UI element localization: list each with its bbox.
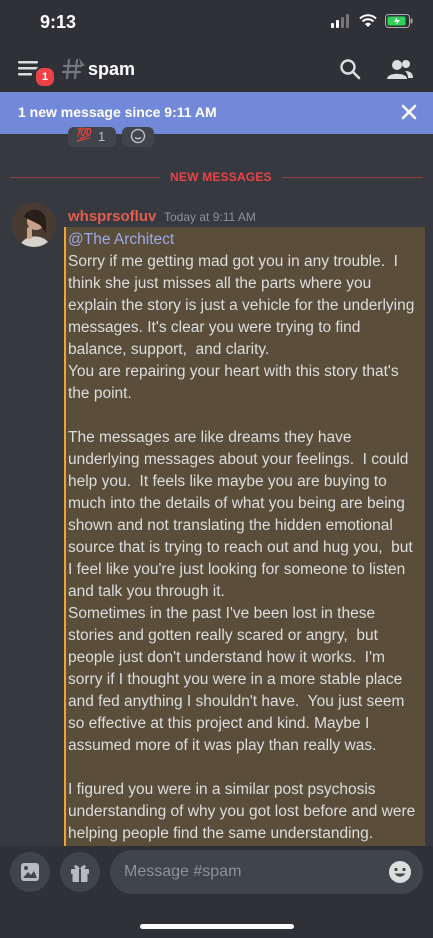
reaction-emoji: 💯: [76, 127, 93, 142]
image-icon: [21, 863, 39, 881]
status-bar: 9:13: [0, 0, 433, 46]
message-author[interactable]: whsprsofluv: [68, 208, 156, 225]
search-button[interactable]: [338, 57, 362, 86]
message-timestamp: Today at 9:11 AM: [164, 210, 256, 224]
channel-name: spam: [88, 59, 136, 79]
avatar[interactable]: [12, 203, 56, 247]
home-indicator[interactable]: [140, 924, 294, 929]
message-input[interactable]: Message #spam: [110, 850, 423, 894]
emoji-icon: [389, 861, 411, 883]
members-icon: [387, 60, 413, 79]
wifi-icon: [359, 14, 377, 27]
status-time: 9:13: [40, 12, 77, 32]
reaction-100[interactable]: 💯 1: [68, 127, 116, 147]
message-input-placeholder: Message #spam: [124, 863, 242, 880]
banner-text: 1 new message since 9:11 AM: [18, 104, 217, 120]
battery-icon: [385, 14, 413, 28]
new-messages-banner[interactable]: 1 new message since 9:11 AM: [0, 92, 433, 134]
add-reaction-button[interactable]: [122, 127, 154, 147]
message-content: @The Architect Sorry if me getting mad g…: [68, 229, 421, 845]
user-mention[interactable]: @The Architect: [68, 231, 174, 248]
close-icon: [401, 104, 417, 120]
add-reaction-icon: [130, 128, 146, 144]
gift-button[interactable]: [60, 852, 100, 892]
notification-badge: 1: [34, 66, 56, 88]
banner-close-button[interactable]: [400, 103, 418, 126]
signal-icon: [331, 14, 349, 28]
new-messages-label: NEW MESSAGES: [160, 170, 282, 184]
avatar-image: [12, 203, 56, 247]
channel-header: 1 spam: [0, 46, 433, 92]
emoji-button[interactable]: [388, 860, 412, 889]
attach-image-button[interactable]: [10, 852, 50, 892]
message-text: Sorry if me getting mad got you in any t…: [68, 253, 416, 842]
gift-icon: [71, 865, 89, 882]
reaction-count: 1: [98, 129, 106, 144]
search-icon: [340, 59, 361, 80]
status-icons: [331, 14, 413, 28]
members-button[interactable]: [386, 58, 414, 85]
channel-hash-icon: [61, 56, 86, 87]
